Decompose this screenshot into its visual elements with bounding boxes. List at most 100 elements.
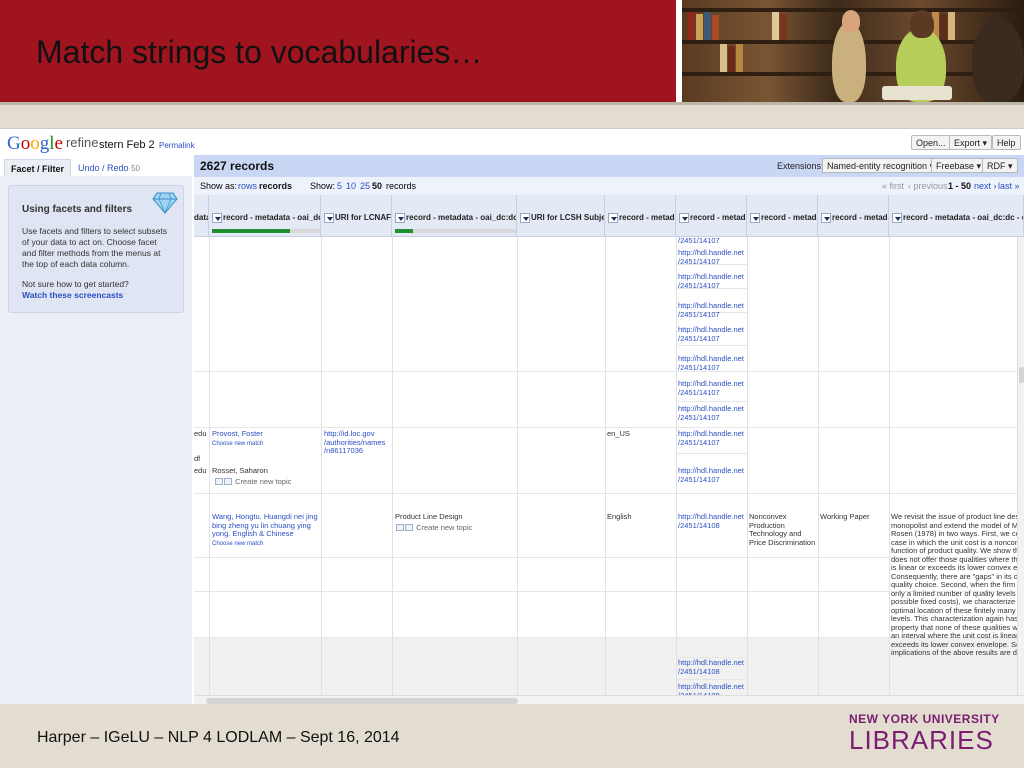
facet-help-box: Using facets and filters Use facets and …	[8, 185, 184, 313]
library-photo	[682, 0, 1024, 102]
title-banner: Match strings to vocabularies…	[0, 0, 676, 102]
nyu-logo-line2: LIBRARIES	[849, 725, 994, 755]
create-new-topic-link[interactable]: Create new topic	[416, 523, 472, 532]
creator-cell: Wang, Hongtu. Huangdi nei jing bing zheng…	[212, 512, 318, 548]
lcnaf-uri-cell[interactable]: http://id.loc.gov/authorities/names/n861…	[324, 429, 385, 456]
handle-cell[interactable]: http://hdl.handle.net/2451/14107	[678, 466, 744, 484]
create-new-topic-link[interactable]: Create new topic	[235, 477, 291, 486]
vertical-scrollbar[interactable]	[1017, 237, 1024, 695]
freebase-button[interactable]: Freebase ▾	[931, 158, 987, 173]
dropdown-arrow-icon[interactable]	[608, 213, 618, 223]
permalink-link[interactable]: Permalink	[159, 141, 195, 150]
help-title: Using facets and filters	[22, 204, 133, 215]
dropdown-arrow-icon[interactable]	[750, 213, 760, 223]
tab-undo-redo[interactable]: Undo / Redo 50	[72, 159, 146, 177]
refine-screenshot: Google refine stern Feb 2 Permalink Open.…	[0, 128, 1024, 704]
column-header[interactable]: record - metadata - oai_dc:dc - dc:de	[889, 195, 1024, 237]
dropdown-arrow-icon[interactable]	[520, 213, 530, 223]
column-progress-bar	[395, 229, 516, 233]
checkmark-icon[interactable]	[224, 477, 232, 485]
choose-new-match-link[interactable]: Choose new match	[212, 441, 263, 447]
show-rows-link[interactable]: rows	[238, 181, 257, 191]
dropdown-arrow-icon[interactable]	[821, 213, 831, 223]
handle-cell[interactable]: http://hdl.handle.net/2451/14107	[678, 354, 744, 372]
handle-cell[interactable]: /2451/14107	[678, 236, 720, 246]
first-page-link[interactable]: « first	[882, 181, 904, 191]
scroll-thumb[interactable]	[1019, 367, 1024, 383]
rdf-button[interactable]: RDF ▾	[982, 158, 1018, 173]
column-header[interactable]: record - metadat	[818, 195, 889, 237]
named-entity-recognition-button[interactable]: Named-entity recognition ▾	[822, 158, 940, 173]
column-header[interactable]: record - metadat	[605, 195, 676, 237]
screencasts-link[interactable]: Watch these screencasts	[22, 290, 123, 300]
dropdown-arrow-icon[interactable]	[212, 213, 222, 223]
dropdown-arrow-icon[interactable]	[679, 213, 689, 223]
creator-cell: Rosset, Saharon Create new topic	[212, 466, 292, 486]
dropdown-arrow-icon[interactable]	[324, 213, 334, 223]
reconciled-match-link[interactable]: Wang, Hongtu. Huangdi nei jing bing zheng…	[212, 512, 318, 538]
show-bar: Show as: rows records Show: 5 10 25 50 r…	[194, 177, 1024, 195]
column-header[interactable]: URI for LCNAF Geo	[321, 195, 392, 237]
handle-cell[interactable]: http://hdl.handle.net/2451/14107	[678, 404, 744, 422]
handle-cell[interactable]: http://hdl.handle.net/2451/14107	[678, 301, 744, 319]
scroll-thumb[interactable]	[206, 698, 518, 704]
abstract-cell: We revisit the issue of product line des…	[891, 513, 1024, 657]
page-size-25[interactable]: 25	[360, 181, 370, 191]
page-size-10[interactable]: 10	[346, 181, 356, 191]
column-header[interactable]: URI for LCSH Subject	[517, 195, 605, 237]
left-tabs: Facet / Filter Undo / Redo 50	[0, 157, 192, 177]
extensions-label: Extensions:	[777, 161, 824, 171]
help-question: Not sure how to get started?	[22, 279, 129, 289]
records-count: 2627 records	[200, 159, 275, 173]
help-button[interactable]: Help	[992, 135, 1021, 150]
google-refine-logo[interactable]: Google refine	[7, 133, 98, 155]
show-label: Show:	[310, 181, 336, 191]
facet-panel: Using facets and filters Use facets and …	[0, 176, 192, 704]
dropdown-arrow-icon[interactable]	[395, 213, 405, 223]
type-cell: Working Paper	[820, 512, 870, 521]
horizontal-scrollbar[interactable]	[194, 695, 1024, 704]
show-records-mode: records	[259, 181, 293, 191]
column-header[interactable]: record - metadata - oai_dc:dc - d	[392, 195, 517, 237]
page-size-current: 50	[372, 181, 383, 191]
header-divider	[0, 102, 1024, 105]
column-progress-bar	[212, 229, 320, 233]
project-name[interactable]: stern Feb 2	[99, 139, 155, 151]
column-header[interactable]: record - metadata - oai_dc:dc	[209, 195, 321, 237]
data-header: 2627 records Extensions: Named-entity re…	[194, 155, 1024, 177]
previous-page-link[interactable]: ‹ previous	[908, 181, 948, 191]
handle-cell[interactable]: http://hdl.handle.net/2451/14107	[678, 248, 744, 266]
handle-cell[interactable]: http://hdl.handle.net/2451/14107	[678, 325, 744, 343]
edge-cell: df	[194, 454, 201, 463]
edge-cell: edu	[194, 429, 207, 438]
handle-cell[interactable]: http://hdl.handle.net/2451/14107	[678, 272, 744, 290]
subject-cell: Product Line Design Create new topic	[395, 512, 473, 532]
open-button[interactable]: Open...	[911, 135, 951, 150]
page-range: 1 - 50	[948, 181, 972, 191]
next-page-link[interactable]: next ›	[974, 181, 997, 191]
handle-cell[interactable]: http://hdl.handle.net/2451/14107	[678, 379, 744, 397]
page-size-5[interactable]: 5	[337, 181, 342, 191]
help-text: Use facets and filters to select subsets…	[22, 226, 168, 269]
checkmark-icon[interactable]	[215, 477, 223, 485]
reconciled-match-link[interactable]: Provost, Foster	[212, 429, 263, 438]
handle-cell[interactable]: http://hdl.handle.net/2451/14108	[678, 512, 744, 530]
page-size-suffix: records	[386, 181, 417, 191]
creator-cell: Provost, Foster Choose new match	[212, 429, 263, 448]
dropdown-arrow-icon[interactable]	[892, 213, 902, 223]
column-header[interactable]: record - metadat	[676, 195, 747, 237]
checkmark-icon[interactable]	[405, 523, 413, 531]
data-grid: data record - metadata - oai_dc:dc URI f…	[194, 195, 1024, 704]
edge-cell: edu	[194, 466, 207, 475]
language-cell: en_US	[607, 429, 630, 438]
slide-footer: Harper – IGeLU – NLP 4 LODLAM – Sept 16,…	[37, 729, 400, 746]
column-header[interactable]: data	[194, 195, 209, 237]
export-button[interactable]: Export ▾	[949, 135, 993, 150]
checkmark-icon[interactable]	[396, 523, 404, 531]
handle-cell[interactable]: http://hdl.handle.net/2451/14107	[678, 429, 744, 447]
column-header[interactable]: record - metadat	[747, 195, 818, 237]
handle-cell[interactable]: http://hdl.handle.net/2451/14108	[678, 658, 744, 676]
choose-new-match-link[interactable]: Choose new match	[212, 541, 263, 547]
tab-facet-filter[interactable]: Facet / Filter	[4, 159, 72, 177]
last-page-link[interactable]: last »	[998, 181, 1020, 191]
